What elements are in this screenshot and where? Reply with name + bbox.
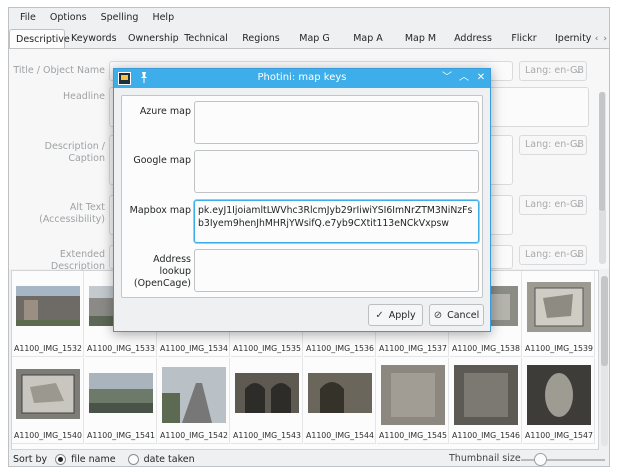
thumbnail-image [308,373,372,413]
thumbnail-size-slider-handle[interactable] [534,453,547,466]
title-label: Title / Object Name [13,65,105,76]
sort-by-label: Sort by [13,454,48,465]
thumbnail-caption: A1100_IMG_1541 [87,431,155,440]
close-icon[interactable]: ✕ [474,70,488,86]
map-keys-dialog: Photini: map keys ﹀ ︿ ✕ Azure map Google… [113,68,491,332]
thumbnail-image [16,369,80,419]
thumbnail-caption: A1100_IMG_1534 [160,344,228,353]
dialog-title-bar[interactable]: Photini: map keys ﹀ ︿ ✕ [114,69,490,88]
thumbnail-image [16,286,80,326]
chevron-down-icon: ⌄ [574,139,582,150]
thumbnail-caption: A1100_IMG_1537 [379,344,447,353]
thumbnail-image [527,365,591,425]
thumbnail-item[interactable]: A1100_IMG_1541 [85,358,157,444]
description-label: Description / Caption [44,141,105,164]
google-map-label: Google map [133,155,191,166]
tab-scroll-right-icon[interactable]: › [603,34,607,44]
apply-button[interactable]: ✓ Apply [368,304,423,326]
thumbnail-item[interactable]: A1100_IMG_1539 [523,271,595,357]
thumbnail-image [381,365,445,425]
bottom-bar: Sort by file name date taken Thumbnail s… [9,451,609,466]
thumbnail-caption: A1100_IMG_1544 [306,431,374,440]
tab-scroll-arrows: ‹ › [595,29,607,48]
thumbnail-image [454,365,518,425]
form-scrollbar[interactable] [599,92,606,264]
cancel-button[interactable]: ⊘ Cancel [429,304,484,326]
thumbnail-caption: A1100_IMG_1543 [233,431,301,440]
tab-map-m[interactable]: Map M [394,29,447,48]
thumbnail-image [162,367,226,423]
tab-keywords[interactable]: Keywords [65,29,122,48]
thumbnail-item[interactable]: A1100_IMG_1532 [12,271,84,357]
menu-options[interactable]: Options [43,8,94,28]
minimize-icon[interactable]: ﹀ [440,70,454,86]
map-keys-panel: Azure map Google map Mapbox map pk.eyJ1I… [121,95,483,298]
thumbnail-scrollbar[interactable] [601,276,608,446]
thumbnail-caption: A1100_IMG_1538 [452,344,520,353]
tab-ipernity[interactable]: Ipernity [549,29,597,48]
form-scrollbar-handle[interactable] [599,92,606,212]
alt-text-lang-select[interactable]: Lang: en-GB ⌄ [519,195,587,215]
thumbnail-image [89,373,153,413]
thumbnail-item[interactable]: A1100_IMG_1542 [158,358,230,444]
dialog-title: Photini: map keys [257,72,347,83]
menu-spelling[interactable]: Spelling [94,8,146,28]
thumbnail-caption: A1100_IMG_1542 [160,431,228,440]
thumbnail-caption: A1100_IMG_1532 [14,344,82,353]
thumbnail-caption: A1100_IMG_1535 [233,344,301,353]
sort-date-label[interactable]: date taken [144,454,195,465]
thumbnail-item[interactable]: A1100_IMG_1547 [523,358,595,444]
tab-map-g[interactable]: Map G [287,29,342,48]
sort-filename-label[interactable]: file name [71,454,115,465]
menu-help[interactable]: Help [145,8,181,28]
azure-map-input[interactable] [194,101,479,144]
tab-scroll-left-icon[interactable]: ‹ [595,34,599,44]
tab-address[interactable]: Address [447,29,499,48]
thumbnail-caption: A1100_IMG_1539 [525,344,593,353]
mapbox-map-input[interactable]: pk.eyJ1IjoiamltLWVhc3RlcmJyb29rIiwiYSI6I… [194,200,479,243]
headline-label: Headline [63,91,105,102]
google-map-input[interactable] [194,150,479,193]
chevron-down-icon: ⌄ [574,199,582,210]
sort-filename-radio[interactable] [55,454,67,465]
description-lang-select[interactable]: Lang: en-GB ⌄ [519,135,587,155]
mapbox-map-label: Mapbox map [129,205,191,216]
menu-file[interactable]: File [13,8,43,28]
thumbnail-caption: A1100_IMG_1547 [525,431,593,440]
thumbnail-image [235,373,299,413]
checkmark-icon: ✓ [375,309,384,321]
chevron-down-icon: ⌄ [574,65,582,76]
thumbnail-item[interactable]: A1100_IMG_1545 [377,358,449,444]
tab-map-a[interactable]: Map A [342,29,394,48]
thumbnail-item[interactable]: A1100_IMG_1546 [450,358,522,444]
thumbnail-caption: A1100_IMG_1545 [379,431,447,440]
thumbnail-caption: A1100_IMG_1536 [306,344,374,353]
thumbnail-caption: A1100_IMG_1546 [452,431,520,440]
tab-bar: Descriptive Keywords Ownership Technical… [9,29,609,49]
tab-ownership[interactable]: Ownership [122,29,179,48]
thumbnail-caption: A1100_IMG_1540 [14,431,82,440]
chevron-down-icon: ⌄ [574,249,582,260]
menu-bar: File Options Spelling Help [9,8,609,28]
title-lang-select[interactable]: Lang: en-GB ⌄ [519,61,587,81]
thumbnail-item[interactable]: A1100_IMG_1540 [12,358,84,444]
alt-text-label: Alt Text (Accessibility) [39,202,105,225]
tab-regions[interactable]: Regions [235,29,287,48]
thumbnail-scrollbar-handle[interactable] [601,276,608,366]
extended-description-lang-select[interactable]: Lang: en-GB ⌄ [519,245,587,265]
address-lookup-label: Address lookup (OpenCage) [133,254,191,289]
maximize-icon[interactable]: ︿ [457,70,471,86]
thumbnail-size-label: Thumbnail size [449,453,521,464]
azure-map-label: Azure map [139,106,191,117]
cancel-icon: ⊘ [433,309,443,321]
sort-date-radio[interactable] [127,454,139,465]
thumbnail-image [527,282,591,332]
address-lookup-input[interactable] [194,249,479,292]
thumbnail-caption: A1100_IMG_1533 [87,344,155,353]
tab-flickr[interactable]: Flickr [499,29,549,48]
tab-descriptive[interactable]: Descriptive [9,29,70,48]
thumbnail-item[interactable]: A1100_IMG_1543 [231,358,303,444]
thumbnail-item[interactable]: A1100_IMG_1544 [304,358,376,444]
tab-technical[interactable]: Technical [177,29,235,48]
